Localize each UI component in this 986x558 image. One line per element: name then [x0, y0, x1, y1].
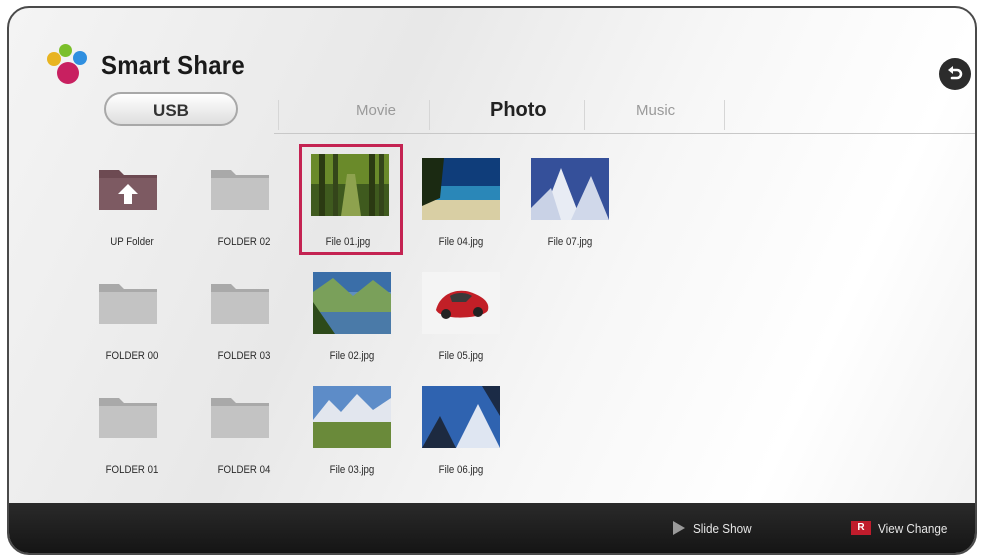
item-label: UP Folder — [110, 236, 154, 248]
tab-separator — [278, 100, 279, 130]
play-icon — [673, 521, 685, 535]
item-label: FOLDER 02 — [217, 236, 271, 248]
grid-item-photo[interactable]: File 07.jpg — [515, 144, 625, 259]
photo-thumbnail-car — [422, 272, 500, 334]
grid-item-photo[interactable]: File 04.jpg — [406, 144, 516, 259]
folder-icon — [99, 398, 157, 438]
item-label: FOLDER 04 — [217, 464, 271, 476]
tab-movie[interactable]: Movie — [356, 102, 396, 119]
grid-item-folder[interactable]: FOLDER 01 — [77, 372, 187, 487]
photo-thumbnail-snow-trees — [422, 386, 500, 448]
grid-item-photo[interactable]: File 01.jpg — [297, 144, 407, 259]
view-change-hint[interactable]: View Change — [878, 521, 947, 536]
grid-item-photo[interactable]: File 02.jpg — [297, 258, 407, 373]
smart-share-screen: Smart Share USB Movie Photo Music UP Fol… — [7, 6, 977, 555]
photo-thumbnail-snow-tree — [531, 158, 609, 220]
app-title: Smart Share — [101, 50, 245, 80]
folder-icon — [211, 284, 269, 324]
item-label: FOLDER 01 — [105, 464, 159, 476]
item-label: File 01.jpg — [325, 236, 371, 248]
grid-item-folder[interactable]: FOLDER 04 — [189, 372, 299, 487]
grid-item-folder[interactable]: FOLDER 03 — [189, 258, 299, 373]
photo-thumbnail-forest — [311, 154, 389, 216]
tab-separator — [724, 100, 725, 130]
photo-thumbnail-mountains — [313, 386, 391, 448]
smart-share-logo-icon — [45, 42, 93, 88]
folder-icon — [99, 284, 157, 324]
up-folder-icon — [99, 170, 157, 210]
grid-item-photo[interactable]: File 03.jpg — [297, 372, 407, 487]
tab-photo[interactable]: Photo — [490, 99, 547, 122]
tab-divider-line — [274, 133, 975, 134]
item-label: File 07.jpg — [547, 236, 593, 248]
grid-item-photo[interactable]: File 05.jpg — [406, 258, 516, 373]
slide-show-hint[interactable]: Slide Show — [693, 521, 752, 536]
grid-item-photo[interactable]: File 06.jpg — [406, 372, 516, 487]
item-label: File 06.jpg — [438, 464, 484, 476]
item-label: File 02.jpg — [329, 350, 375, 362]
bottom-hint-bar: Slide Show R View Change — [9, 503, 975, 553]
folder-icon — [211, 170, 269, 210]
item-label: File 04.jpg — [438, 236, 484, 248]
tab-music[interactable]: Music — [636, 102, 675, 119]
photo-thumbnail-lake — [313, 272, 391, 334]
grid-item-folder[interactable]: FOLDER 00 — [77, 258, 187, 373]
grid-item-folder[interactable]: FOLDER 02 — [189, 144, 299, 259]
source-usb-button[interactable]: USB — [104, 92, 238, 126]
category-tabs: Movie Photo Music — [274, 94, 975, 134]
item-label: FOLDER 03 — [217, 350, 271, 362]
tab-separator — [584, 100, 585, 130]
item-label: File 05.jpg — [438, 350, 484, 362]
red-key-icon: R — [851, 521, 871, 535]
item-label: File 03.jpg — [329, 464, 375, 476]
back-button[interactable] — [939, 58, 971, 90]
tab-separator — [429, 100, 430, 130]
back-arrow-icon — [948, 66, 963, 80]
item-label: FOLDER 00 — [105, 350, 159, 362]
grid-item-up-folder[interactable]: UP Folder — [77, 144, 187, 259]
photo-thumbnail-beach — [422, 158, 500, 220]
folder-icon — [211, 398, 269, 438]
